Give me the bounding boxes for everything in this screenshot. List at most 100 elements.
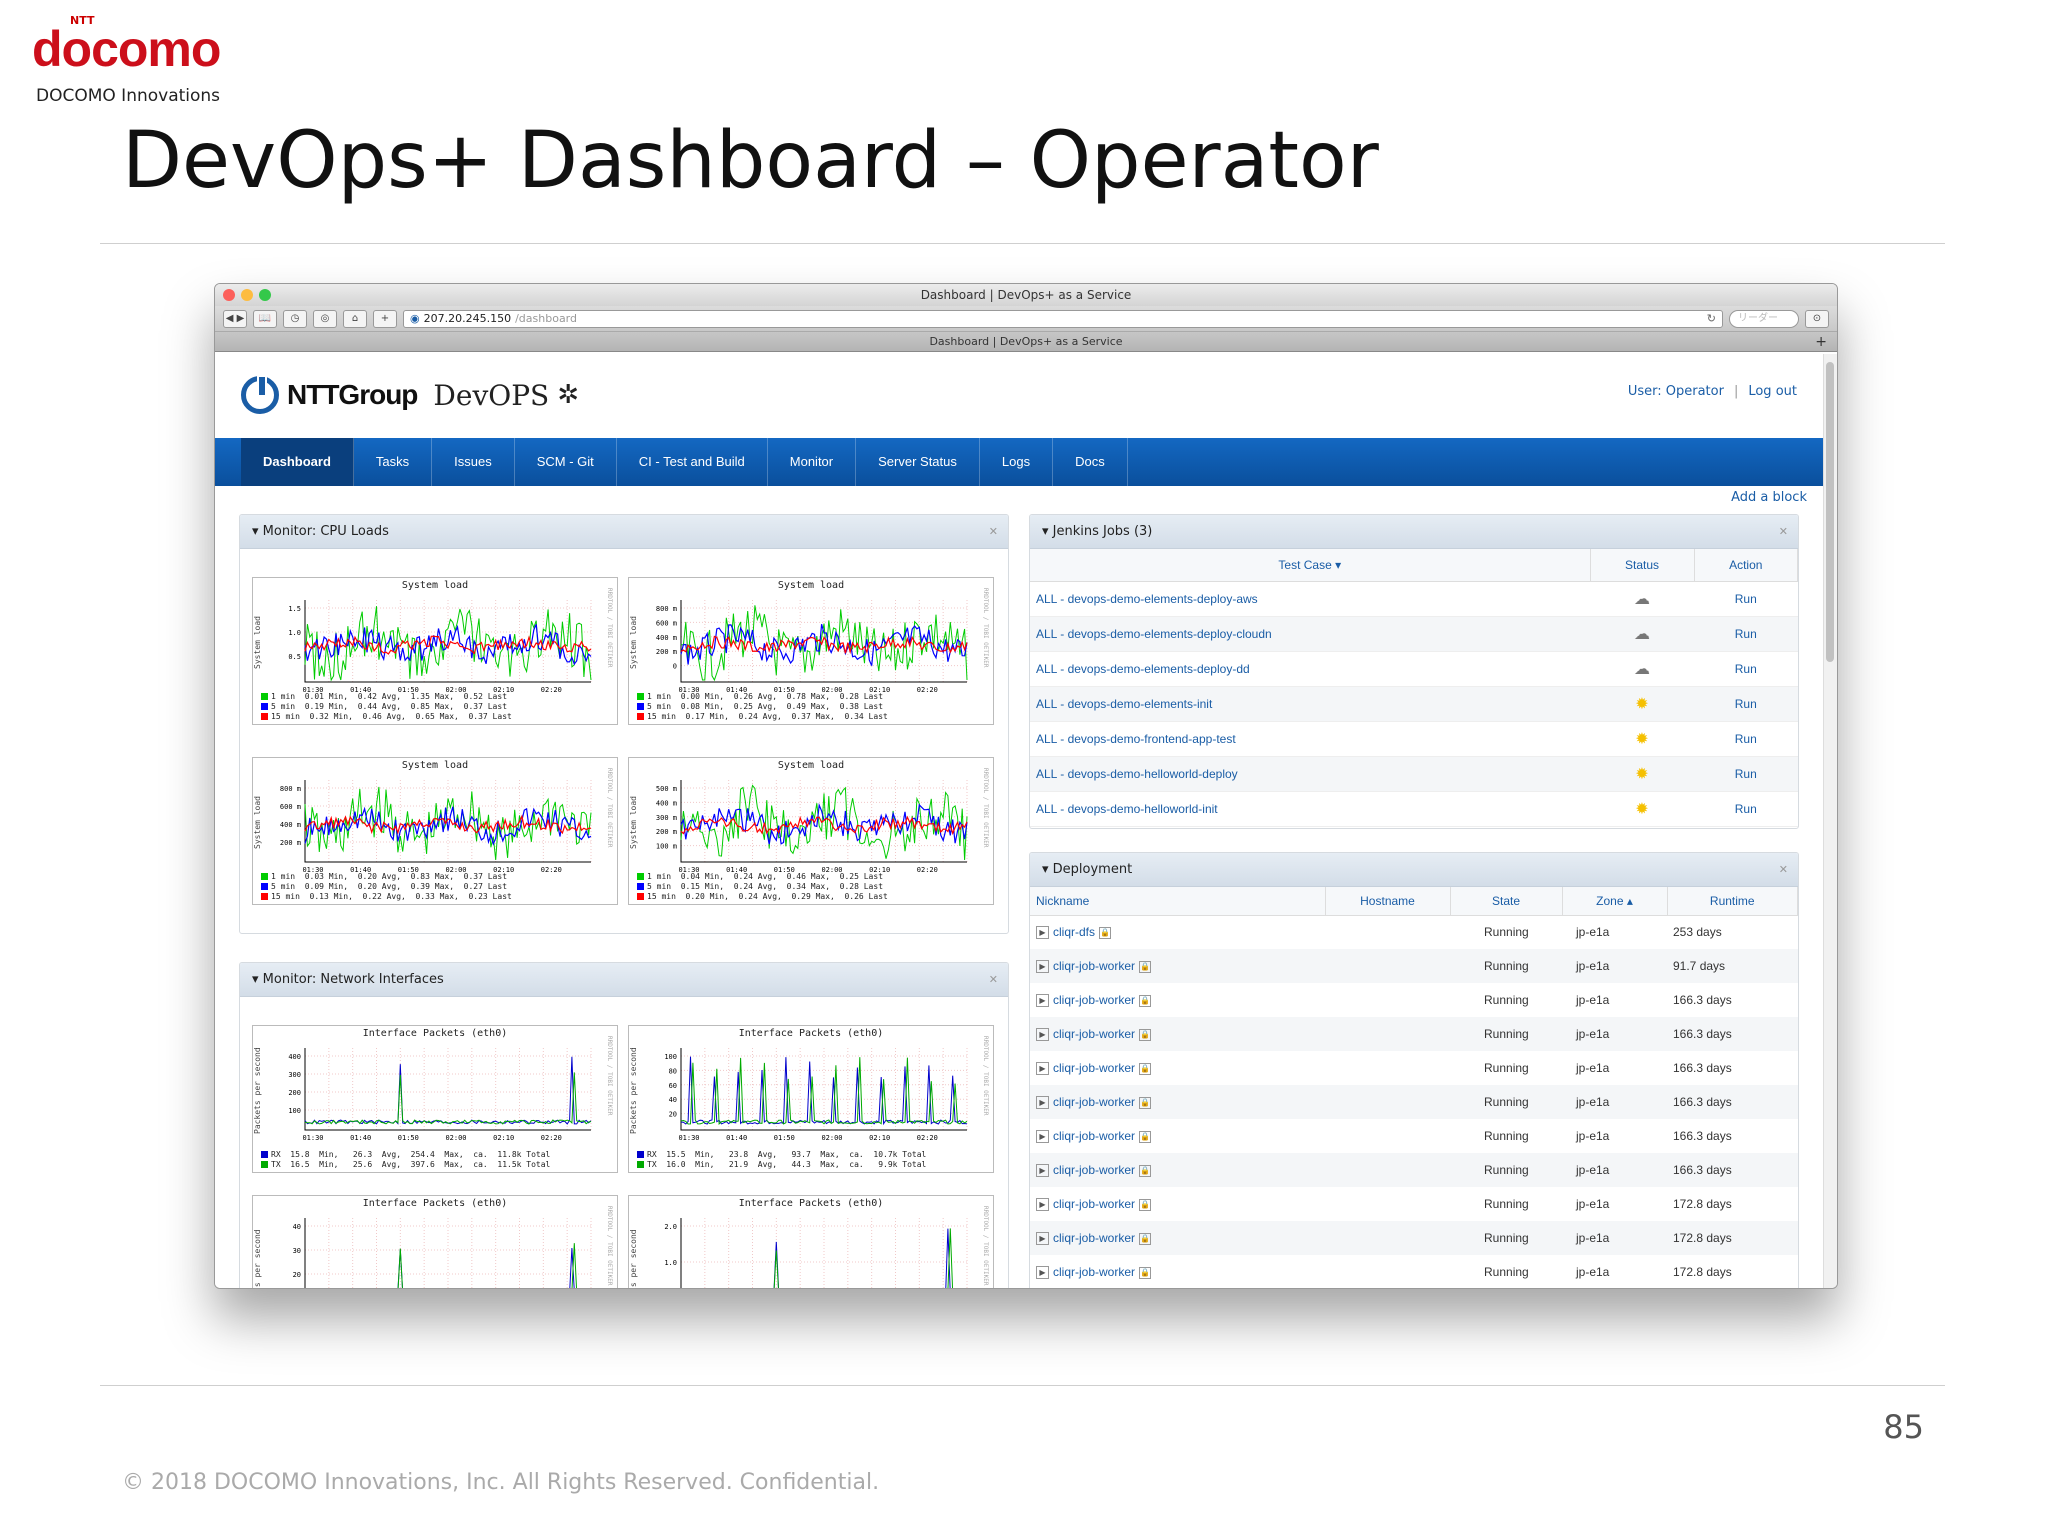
nav-logs[interactable]: Logs	[980, 438, 1054, 486]
panel-header[interactable]: ▾ Monitor: Network Interfaces ✕	[240, 963, 1008, 997]
legend-text: 15 min 0.32 Min, 0.46 Avg, 0.65 Max, 0.3…	[271, 712, 512, 721]
nav-dashboard[interactable]: Dashboard	[241, 438, 354, 486]
panel-header[interactable]: ▾ Jenkins Jobs (3) ✕	[1030, 515, 1798, 549]
expand-icon[interactable]: ▶	[1036, 994, 1049, 1008]
legend-entry: 1 min 0.00 Min, 0.26 Avg, 0.78 Max, 0.28…	[637, 692, 888, 702]
legend-entry: TX 16.5 Min, 25.6 Avg, 397.6 Max, ca. 11…	[261, 1160, 550, 1170]
expand-icon[interactable]: ▶	[1036, 1028, 1049, 1042]
maximize-window-button[interactable]	[259, 289, 271, 301]
run-button[interactable]: Run	[1694, 581, 1798, 617]
active-tab[interactable]: Dashboard | DevOps+ as a Service	[929, 335, 1122, 348]
column-runtime[interactable]: Runtime	[1667, 887, 1798, 916]
reader-button[interactable]: リーダー	[1729, 309, 1799, 328]
expand-icon[interactable]: ▶	[1036, 1096, 1049, 1110]
expand-icon[interactable]: ▶	[1036, 1266, 1049, 1280]
job-name-link[interactable]: ALL - devops-demo-elements-deploy-aws	[1030, 581, 1590, 617]
close-icon[interactable]: ✕	[989, 963, 998, 997]
cloudy-status-icon: ☁	[1590, 651, 1694, 687]
column-action[interactable]: Action	[1694, 549, 1798, 582]
run-button[interactable]: Run	[1694, 651, 1798, 687]
user-operator-link[interactable]: User: Operator	[1628, 384, 1724, 399]
expand-icon[interactable]: ▶	[1036, 1062, 1049, 1076]
minimize-window-button[interactable]	[241, 289, 253, 301]
column-zone[interactable]: Zone ▴	[1562, 887, 1668, 916]
column-status[interactable]: Status	[1590, 549, 1695, 582]
address-bar[interactable]: ◉ 207.20.245.150/dashboard ↻	[403, 309, 1723, 328]
expand-icon[interactable]: ▶	[1036, 926, 1049, 940]
nav-ci-test-build[interactable]: CI - Test and Build	[617, 438, 768, 486]
history-icon[interactable]: ◷	[283, 309, 307, 328]
lock-icon: 🔒	[1139, 1096, 1152, 1109]
nickname-link[interactable]: cliqr-job-worker	[1053, 1129, 1135, 1143]
table-row: ▶ cliqr-job-worker 🔒 Running jp-e1a 172.8 day…	[1030, 1221, 1798, 1255]
job-name-link[interactable]: ALL - devops-demo-helloworld-deploy	[1030, 756, 1590, 792]
share-icon[interactable]: ◎	[313, 309, 337, 328]
job-name-link[interactable]: ALL - devops-demo-frontend-app-test	[1030, 721, 1590, 757]
run-button[interactable]: Run	[1694, 616, 1798, 652]
nickname-link[interactable]: cliqr-job-worker	[1053, 1163, 1135, 1177]
runtime-cell: 172.8 days	[1667, 1221, 1798, 1255]
nickname-link[interactable]: cliqr-job-worker	[1053, 993, 1135, 1007]
add-tab-icon[interactable]: +	[373, 309, 397, 328]
column-test-case[interactable]: Test Case ▾	[1030, 549, 1591, 582]
nav-tasks[interactable]: Tasks	[354, 438, 433, 486]
home-icon[interactable]: ⌂	[343, 309, 367, 328]
nav-docs[interactable]: Docs	[1053, 438, 1128, 486]
nickname-cell: ▶ cliqr-job-worker 🔒	[1030, 1255, 1325, 1288]
run-button[interactable]: Run	[1694, 721, 1798, 757]
table-row: ▶ cliqr-job-worker 🔒 Running jp-e1a 166.3 day…	[1030, 983, 1798, 1017]
nickname-cell: ▶ cliqr-job-worker 🔒	[1030, 983, 1325, 1017]
panel-header[interactable]: ▾ Deployment ✕	[1030, 853, 1798, 887]
close-icon[interactable]: ✕	[989, 515, 998, 549]
add-block-link[interactable]: Add a block	[1731, 490, 1807, 505]
panel-header[interactable]: ▾ Monitor: CPU Loads ✕	[240, 515, 1008, 549]
column-nickname[interactable]: Nickname	[1030, 887, 1326, 916]
close-icon[interactable]: ✕	[1779, 515, 1788, 549]
column-state[interactable]: State	[1450, 887, 1563, 916]
job-name-link[interactable]: ALL - devops-demo-helloworld-init	[1030, 791, 1590, 827]
nickname-link[interactable]: cliqr-job-worker	[1053, 1095, 1135, 1109]
scrollbar-thumb[interactable]	[1826, 362, 1834, 662]
expand-icon[interactable]: ▶	[1036, 1198, 1049, 1212]
nickname-cell: ▶ cliqr-job-worker 🔒	[1030, 1187, 1325, 1221]
expand-icon[interactable]: ▶	[1036, 1130, 1049, 1144]
run-button[interactable]: Run	[1694, 756, 1798, 792]
nickname-link[interactable]: cliqr-job-worker	[1053, 1197, 1135, 1211]
run-button[interactable]: Run	[1694, 791, 1798, 827]
reload-icon[interactable]: ↻	[1707, 311, 1716, 327]
nickname-link[interactable]: cliqr-job-worker	[1053, 1265, 1135, 1279]
run-button[interactable]: Run	[1694, 686, 1798, 722]
expand-icon[interactable]: ▶	[1036, 1164, 1049, 1178]
y-tick-label: 600 m	[280, 803, 301, 811]
nickname-link[interactable]: cliqr-dfs	[1053, 925, 1095, 939]
expand-icon[interactable]: ▶	[1036, 960, 1049, 974]
nav-monitor[interactable]: Monitor	[768, 438, 857, 486]
nav-server-status[interactable]: Server Status	[856, 438, 980, 486]
back-forward-icon[interactable]: ◀ ▶	[223, 309, 247, 328]
brand-logo[interactable]: NTTGroup DevOPS ✲	[241, 375, 579, 414]
nickname-link[interactable]: cliqr-job-worker	[1053, 1027, 1135, 1041]
nickname-link[interactable]: cliqr-job-worker	[1053, 1231, 1135, 1245]
close-window-button[interactable]	[223, 289, 235, 301]
bookmarks-icon[interactable]: 📖	[253, 309, 277, 328]
nickname-link[interactable]: cliqr-job-worker	[1053, 959, 1135, 973]
legend-entry: 15 min 0.32 Min, 0.46 Avg, 0.65 Max, 0.3…	[261, 712, 512, 722]
nav-scm-git[interactable]: SCM - Git	[515, 438, 617, 486]
cpu-loads-panel: ▾ Monitor: CPU Loads ✕ System load System…	[239, 514, 1009, 934]
sunny-status-icon: ✹	[1590, 756, 1694, 792]
job-name-link[interactable]: ALL - devops-demo-elements-deploy-cloudn	[1030, 616, 1590, 652]
close-icon[interactable]: ✕	[1779, 853, 1788, 887]
expand-icon[interactable]: ▶	[1036, 1232, 1049, 1246]
zone-cell: jp-e1a	[1576, 1197, 1610, 1211]
job-name-link[interactable]: ALL - devops-demo-elements-deploy-dd	[1030, 651, 1590, 687]
logout-link[interactable]: Log out	[1748, 384, 1797, 399]
dashboard-app: NTTGroup DevOPS ✲ User: Operator | Log o…	[215, 354, 1823, 1288]
page-scrollbar[interactable]	[1823, 354, 1837, 1288]
job-name-link[interactable]: ALL - devops-demo-elements-init	[1030, 686, 1590, 722]
downloads-icon[interactable]: ⊙	[1805, 309, 1829, 328]
nickname-link[interactable]: cliqr-job-worker	[1053, 1061, 1135, 1075]
legend-text: TX 16.0 Min, 21.9 Avg, 44.3 Max, ca. 9.9…	[647, 1160, 927, 1169]
nav-issues[interactable]: Issues	[432, 438, 515, 486]
new-tab-icon[interactable]: +	[1815, 332, 1827, 352]
column-hostname[interactable]: Hostname	[1325, 887, 1451, 916]
